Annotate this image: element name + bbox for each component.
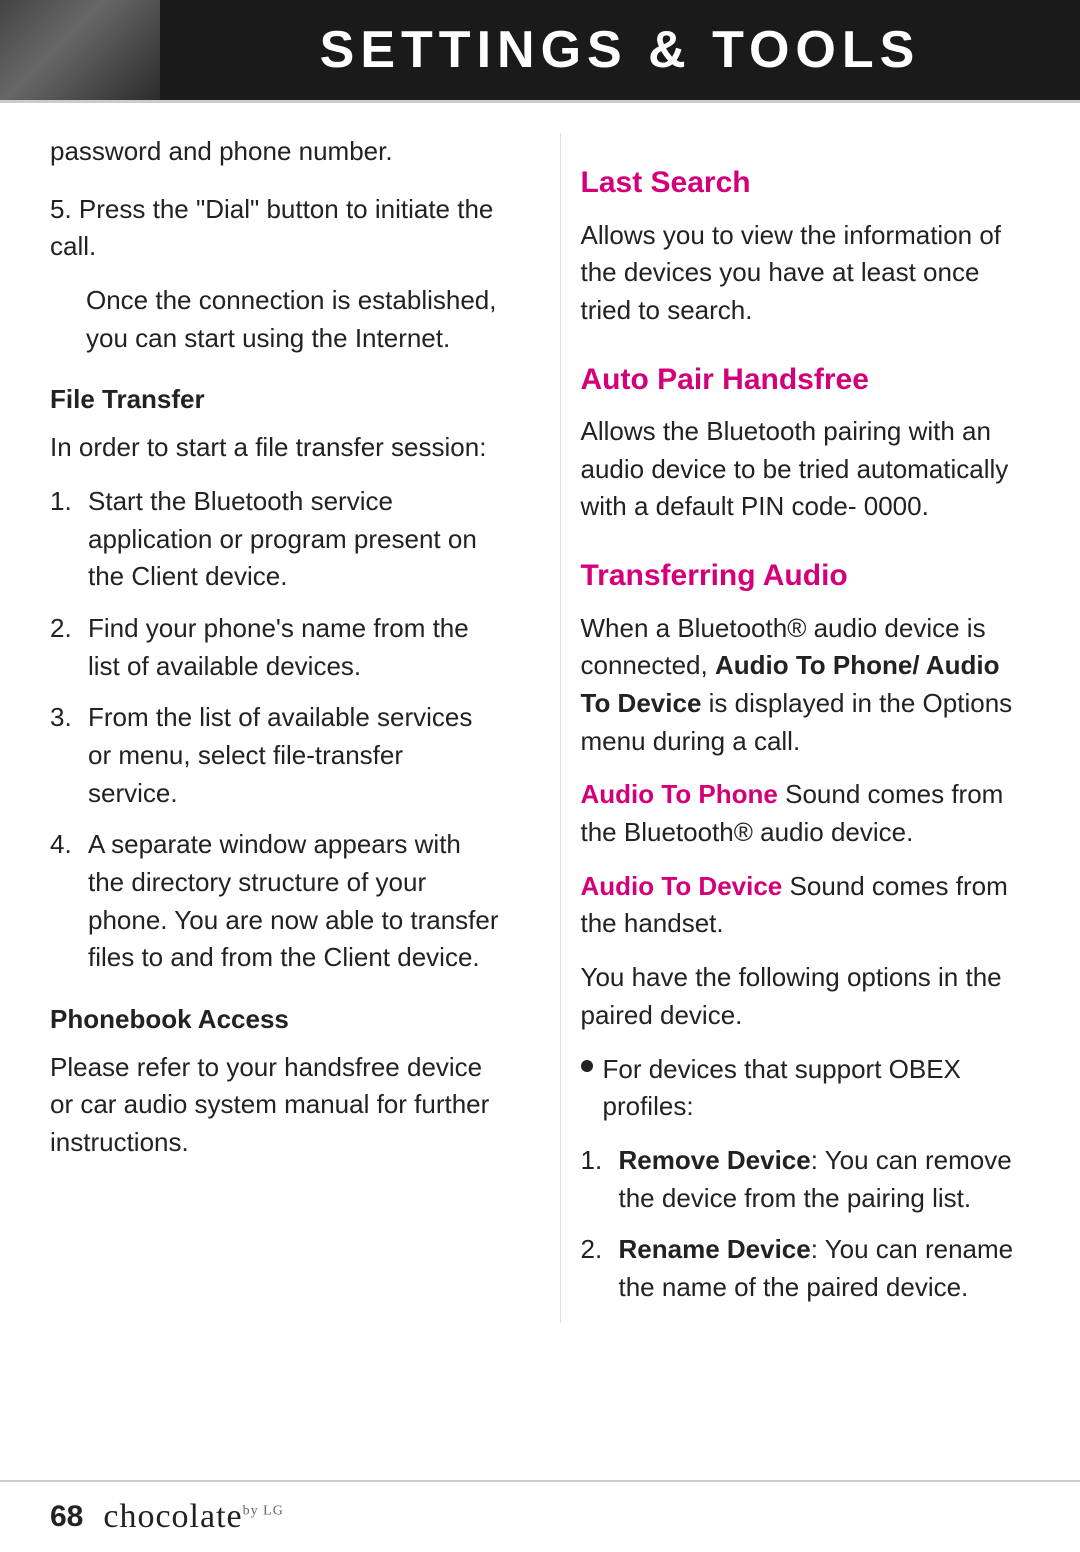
step-num: 3.	[50, 699, 82, 737]
audio-to-phone-para: Audio To Phone Sound comes from the Blue…	[581, 776, 1031, 851]
transferring-audio-heading: Transferring Audio	[581, 554, 1031, 598]
step5-continuation: Once the connection is established, you …	[50, 282, 500, 357]
options-text: You have the following options in the pa…	[581, 959, 1031, 1034]
bullet-text: For devices that support OBEX profiles:	[603, 1051, 1031, 1126]
bullet-icon	[581, 1060, 593, 1072]
left-column: password and phone number. 5. Press the …	[50, 133, 520, 1323]
brand-by: by LG	[243, 1504, 284, 1519]
list-item: 1. Start the Bluetooth service applicati…	[50, 483, 500, 596]
audio-to-device-para: Audio To Device Sound comes from the han…	[581, 868, 1031, 943]
list-item: 1. Remove Device: You can remove the dev…	[581, 1142, 1031, 1217]
step-num: 1.	[50, 483, 82, 521]
item-num: 1.	[581, 1142, 613, 1180]
step5-block: 5. Press the "Dial" button to initiate t…	[50, 191, 500, 358]
list-item: 2. Rename Device: You can rename the nam…	[581, 1231, 1031, 1306]
audio-to-phone-label: Audio To Phone	[581, 779, 778, 809]
item-num: 2.	[581, 1231, 613, 1269]
footer-content: 68 chocolateby LG	[0, 1482, 1080, 1552]
page-header: SETTINGS & TOOLS	[0, 0, 1080, 100]
item-text: Remove Device: You can remove the device…	[619, 1142, 1031, 1217]
step-text: From the list of available services or m…	[88, 699, 500, 812]
item-text: Rename Device: You can rename the name o…	[619, 1231, 1031, 1306]
phonebook-heading: Phonebook Access	[50, 1001, 500, 1039]
audio-to-device-label: Audio To Device	[581, 871, 783, 901]
list-item: 3. From the list of available services o…	[50, 699, 500, 812]
intro-text: password and phone number.	[50, 133, 500, 171]
auto-pair-text: Allows the Bluetooth pairing with an aud…	[581, 413, 1031, 526]
step-num: 2.	[50, 610, 82, 648]
phonebook-text: Please refer to your handsfree device or…	[50, 1049, 500, 1162]
last-search-heading: Last Search	[581, 161, 1031, 205]
last-search-text: Allows you to view the information of th…	[581, 217, 1031, 330]
header-image	[0, 0, 160, 100]
step5-text: 5. Press the "Dial" button to initiate t…	[50, 191, 500, 266]
list-item: 4. A separate window appears with the di…	[50, 826, 500, 977]
page-footer: 68 chocolateby LG	[0, 1480, 1080, 1552]
page-number: 68	[50, 1500, 83, 1534]
step5-num: 5.	[50, 194, 72, 224]
file-transfer-steps: 1. Start the Bluetooth service applicati…	[50, 483, 500, 977]
list-item: For devices that support OBEX profiles:	[581, 1051, 1031, 1126]
main-content: password and phone number. 5. Press the …	[0, 103, 1080, 1323]
bullet-list: For devices that support OBEX profiles:	[581, 1051, 1031, 1126]
file-transfer-intro: In order to start a file transfer sessio…	[50, 429, 500, 467]
list-item: 2. Find your phone's name from the list …	[50, 610, 500, 685]
auto-pair-heading: Auto Pair Handsfree	[581, 358, 1031, 402]
step-text: Find your phone's name from the list of …	[88, 610, 500, 685]
step-num: 4.	[50, 826, 82, 864]
step-text: A separate window appears with the direc…	[88, 826, 500, 977]
right-column: Last Search Allows you to view the infor…	[560, 133, 1031, 1323]
right-numbered-list: 1. Remove Device: You can remove the dev…	[581, 1142, 1031, 1307]
page-title: SETTINGS & TOOLS	[160, 20, 1080, 80]
brand-name: chocolateby LG	[103, 1498, 283, 1536]
transferring-audio-para: When a Bluetooth® audio device is connec…	[581, 610, 1031, 761]
file-transfer-heading: File Transfer	[50, 381, 500, 419]
step-text: Start the Bluetooth service application …	[88, 483, 500, 596]
step5-content: Press the "Dial" button to initiate the …	[50, 194, 493, 262]
